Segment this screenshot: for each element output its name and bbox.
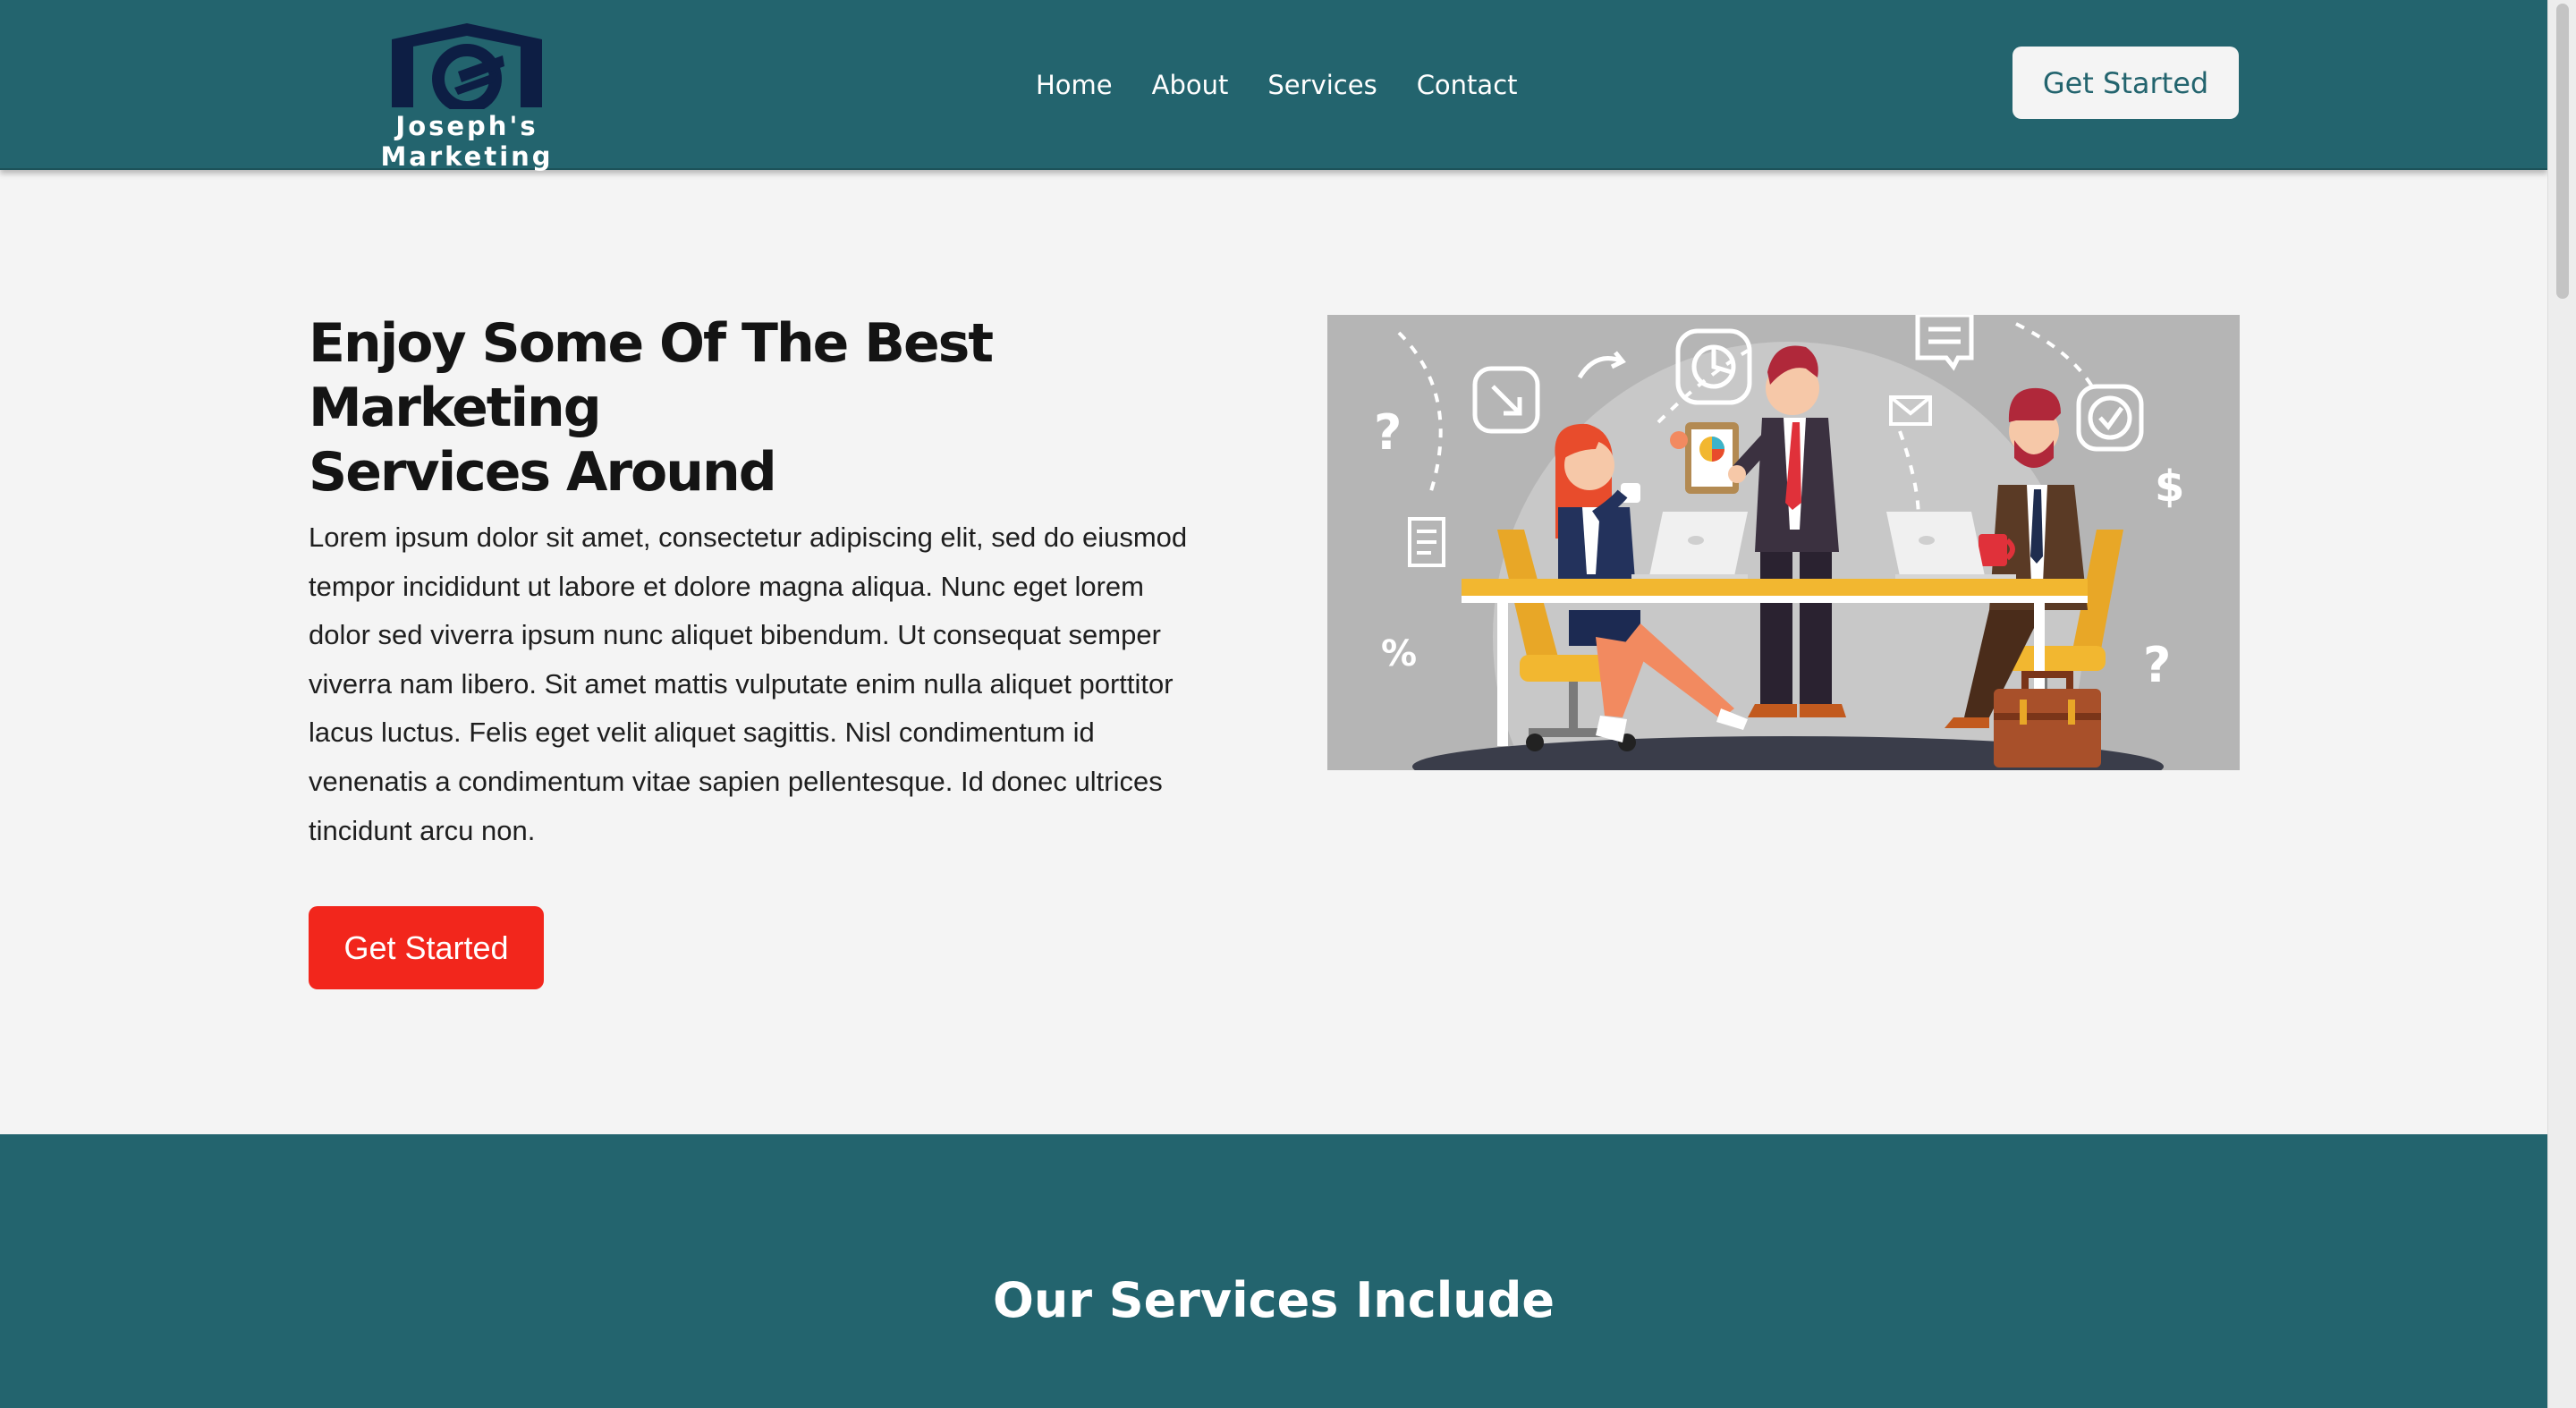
nav-link-home[interactable]: Home [1036,70,1113,100]
main-nav: Home About Services Contact [1036,70,1518,100]
nav-link-contact[interactable]: Contact [1417,70,1518,100]
question-mark-glyph: ? [1374,404,1402,461]
hero-text-line: lacus luctus. Felis eget velit aliquet s… [309,717,1095,749]
team-meeting-illustration: ? ? $ % [1327,315,2240,770]
hero-description: Lorem ipsum dolor sit amet, consectetur … [309,513,1212,855]
hero-text-line: dolor sed viverra ipsum nunc aliquet bib… [309,619,1161,651]
site-logo[interactable]: Joseph's Marketing [315,20,619,172]
hero-text-line: tempor incididunt ut labore et dolore ma… [309,570,1144,602]
logo-text: Joseph's Marketing [380,111,554,172]
hero-title: Enjoy Some Of The Best Marketing Service… [309,311,1203,505]
hero-title-line-1: Enjoy Some Of The Best Marketing [309,312,994,439]
page-scrollbar[interactable] [2547,0,2576,1408]
header-get-started-button[interactable]: Get Started [2012,47,2239,119]
logo-house-icon [392,23,542,109]
site-header: Joseph's Marketing Home About Services C… [0,0,2547,172]
hero-text-line: viverra nam libero. Sit amet mattis vulp… [309,667,1174,700]
hero-text-line: Lorem ipsum dolor sit amet, consectetur … [309,522,1188,553]
nav-link-about[interactable]: About [1152,70,1229,100]
question-mark-glyph: ? [2143,637,2171,693]
scrollbar-thumb[interactable] [2556,4,2569,299]
services-title: Our Services Include [993,1272,1555,1328]
hero-title-line-2: Services Around [309,441,777,504]
dollar-glyph: $ [2155,462,2184,512]
hero-get-started-button[interactable]: Get Started [309,906,544,989]
percent-glyph: % [1381,633,1417,674]
hero-text-line: tincidunt arcu non. [309,814,536,846]
hero-text-line: venenatis a condimentum vitae sapien pel… [309,765,1163,797]
services-section: Our Services Include [0,1134,2547,1408]
nav-link-services[interactable]: Services [1267,70,1377,100]
